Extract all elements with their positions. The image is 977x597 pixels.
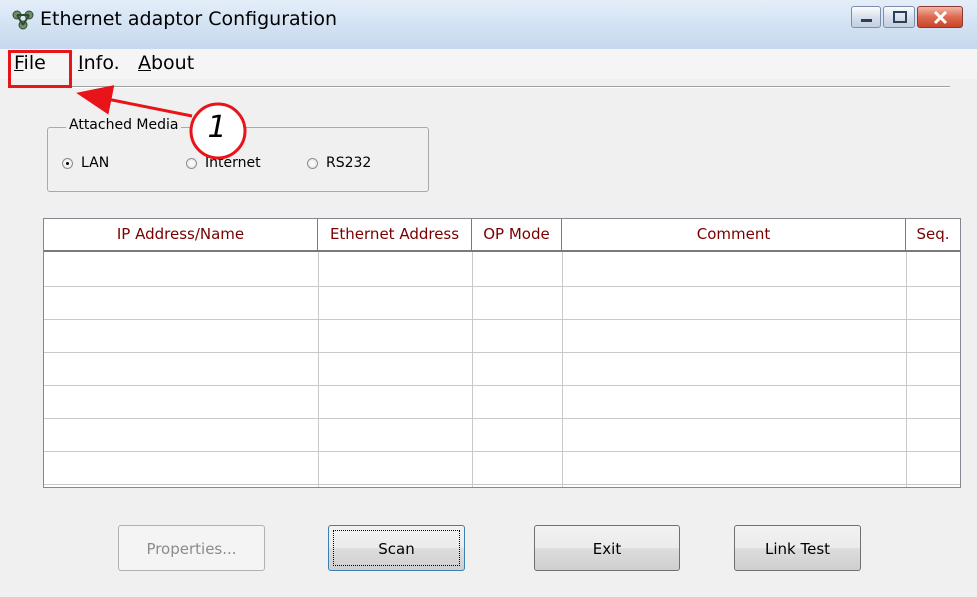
app-window: Ethernet adaptor Configuration File Info… (0, 0, 977, 597)
annotation-arrow (76, 85, 247, 160)
annotation-step-number: 1 (207, 110, 227, 145)
